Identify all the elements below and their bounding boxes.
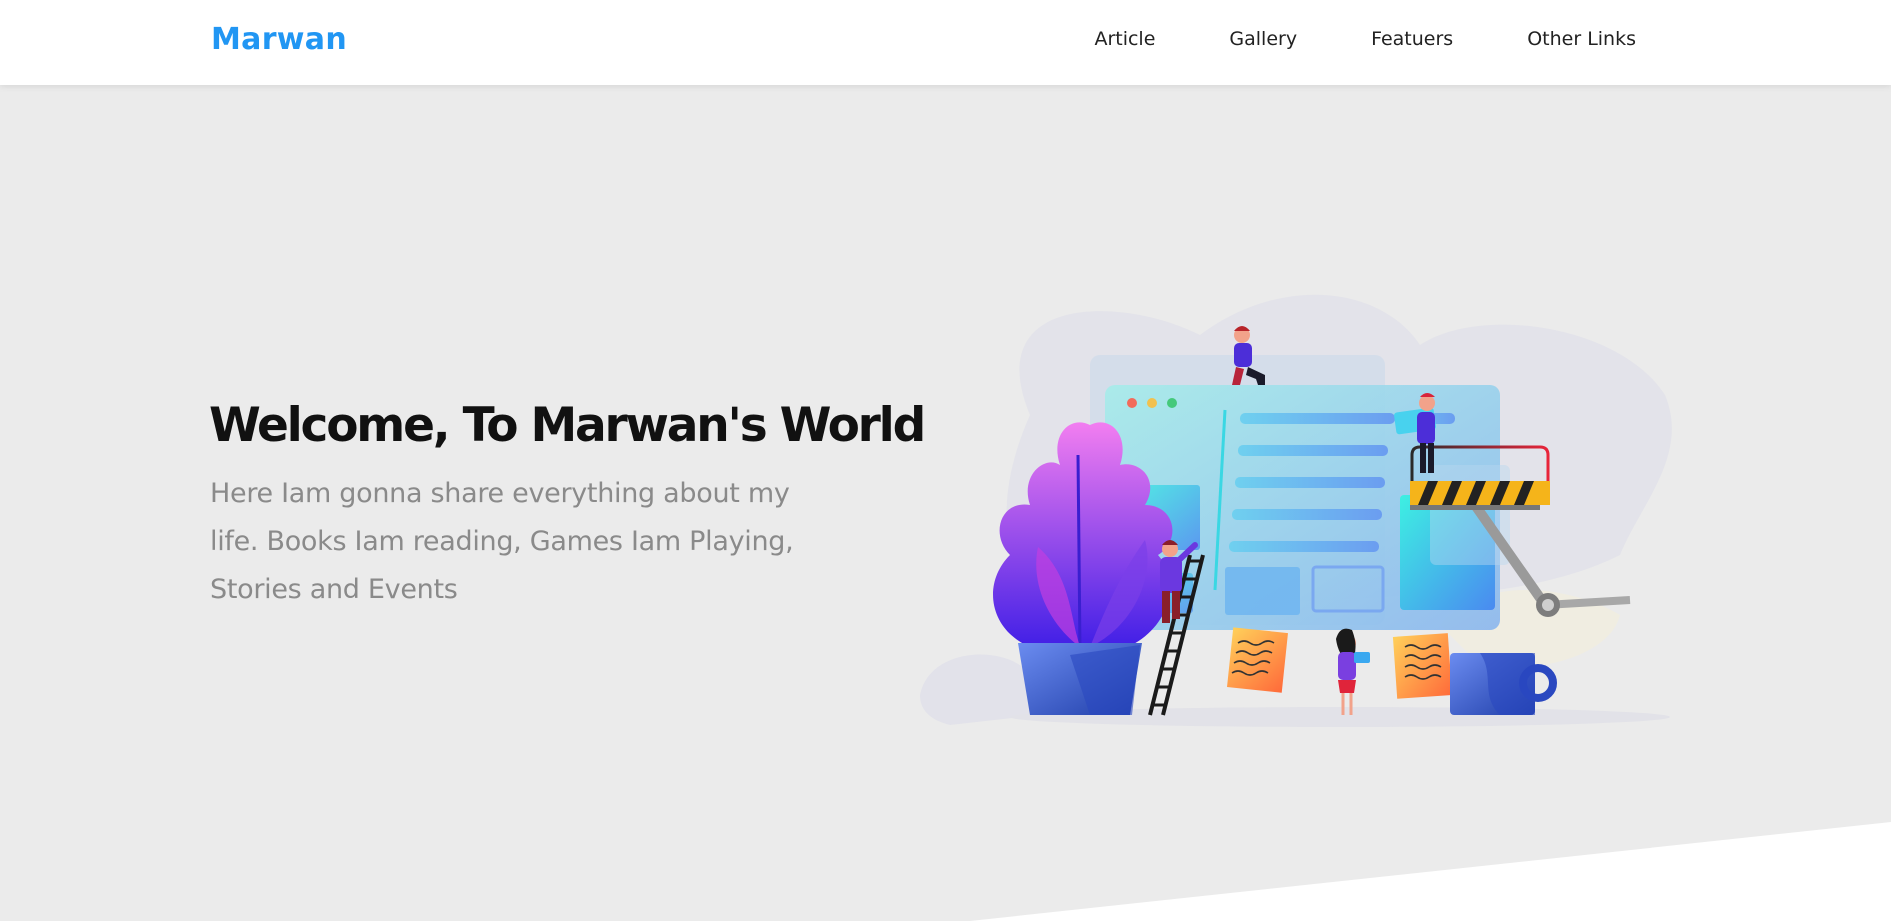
nav-link-features[interactable]: Featuers — [1371, 28, 1453, 50]
hero-title: Welcome, To Marwan's World — [209, 398, 926, 453]
nav-link-gallery[interactable]: Gallery — [1229, 28, 1297, 50]
website-builders-illustration — [920, 294, 1672, 727]
nav-link-article[interactable]: Article — [1094, 28, 1155, 50]
hero-section: Welcome, To Marwan's World Here Iam gonn… — [0, 85, 1891, 921]
main-nav: Article Gallery Featuers Other Links — [1094, 28, 1636, 50]
nav-link-other-links[interactable]: Other Links — [1527, 28, 1636, 50]
sticky-note-right — [1392, 633, 1453, 699]
sticky-note-left — [1227, 627, 1288, 693]
woman-with-tablet — [1336, 628, 1370, 715]
site-logo[interactable]: Marwan — [211, 22, 347, 57]
hero-description: Here Iam gonna share everything about my… — [210, 478, 794, 605]
site-header: Marwan Article Gallery Featuers Other Li… — [0, 0, 1891, 85]
